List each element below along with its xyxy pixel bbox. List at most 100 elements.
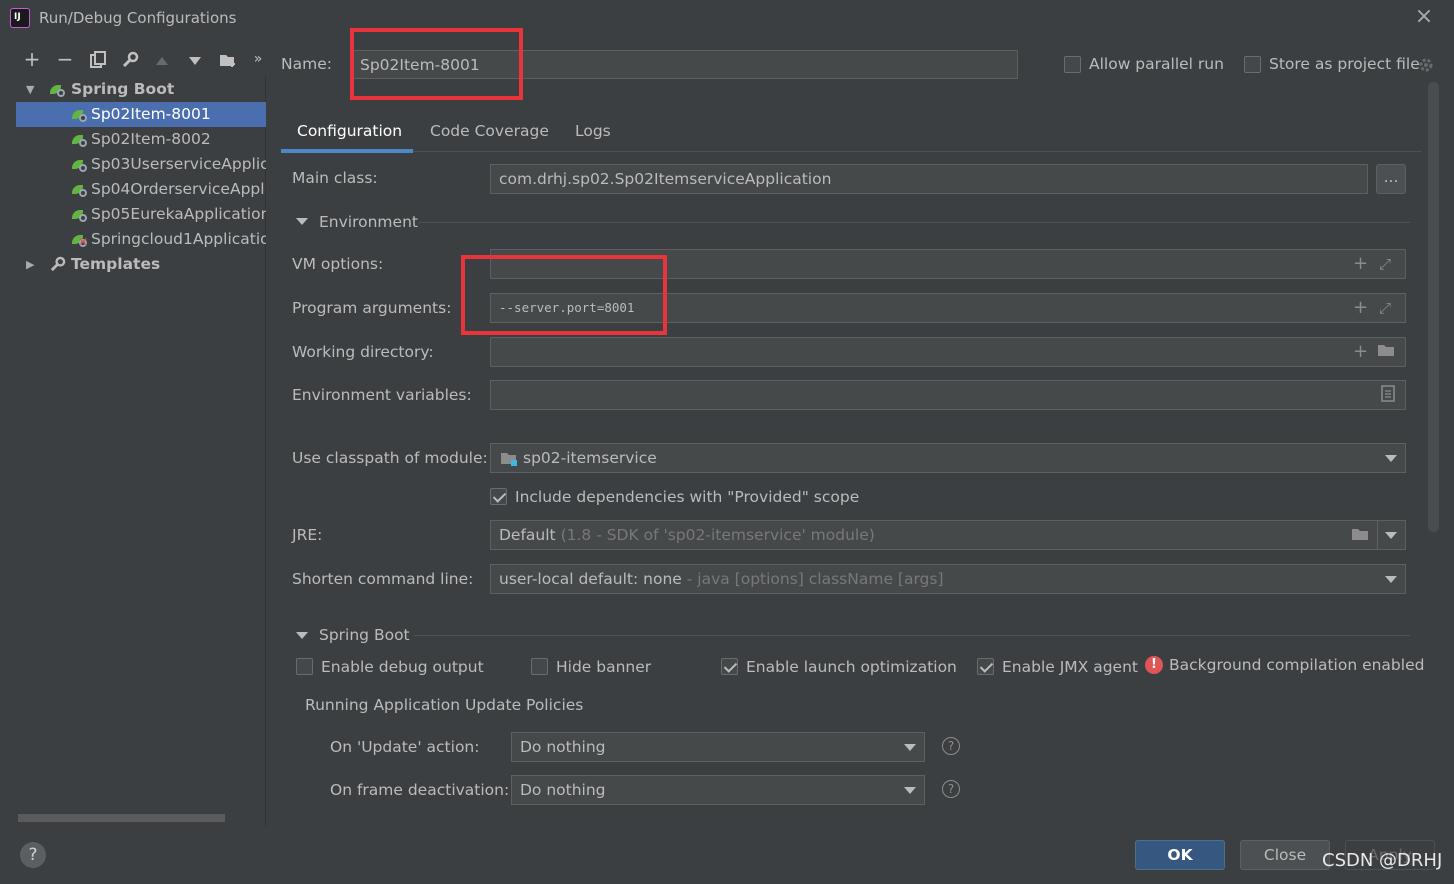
debug-output-checkbox[interactable] [296, 658, 313, 675]
expand-icon[interactable]: ⤢ [1379, 254, 1391, 274]
environment-section-label: Environment [319, 213, 418, 231]
tree-item-label: Springcloud1Applicatio [91, 230, 266, 248]
more-icon[interactable]: » [246, 48, 270, 72]
close-button[interactable]: Close [1240, 840, 1330, 870]
tree-horizontal-scrollbar[interactable] [18, 814, 225, 822]
ok-button[interactable]: OK [1135, 840, 1225, 870]
plus-icon[interactable]: + [1353, 342, 1368, 362]
tree-group-spring-boot[interactable]: ▼ Spring Boot [16, 77, 266, 102]
tabs-divider [281, 151, 1421, 152]
background-compilation-label: Background compilation enabled [1169, 656, 1425, 674]
gear-icon[interactable] [1418, 57, 1434, 77]
environment-variables-label: Environment variables: [292, 386, 472, 404]
classpath-module-select[interactable]: sp02-itemservice [490, 443, 1406, 473]
document-icon[interactable] [1381, 385, 1395, 407]
chevron-right-icon[interactable]: ▶ [26, 252, 34, 277]
spring-boot-icon [72, 208, 87, 222]
expand-icon[interactable]: ⤢ [1379, 298, 1391, 318]
classpath-module-label: Use classpath of module: [292, 449, 488, 467]
title-bar: Run/Debug Configurations × [0, 0, 1454, 38]
chevron-down-icon [904, 744, 916, 751]
tree-item-label: Sp02Item-8002 [91, 130, 211, 148]
configurations-tree: ▼ Spring Boot Sp02Item-8001 Sp02Item-8002… [16, 76, 266, 826]
help-frame-deactivation-icon[interactable]: ? [942, 780, 960, 798]
working-directory-input[interactable]: + [490, 337, 1406, 367]
frame-deactivation-select[interactable]: Do nothing [511, 775, 925, 805]
plus-icon[interactable]: + [1353, 298, 1368, 318]
chevron-down-icon [1385, 576, 1397, 583]
collapse-spring-boot-icon[interactable] [296, 632, 308, 639]
launch-optimization-checkbox[interactable] [721, 658, 738, 675]
browse-button[interactable]: ... [1376, 164, 1406, 194]
new-folder-icon[interactable] [216, 48, 240, 72]
watermark-text: CSDN @DRHJ [1322, 850, 1443, 871]
spring-boot-divider [414, 635, 1410, 636]
highlight-box-name [350, 28, 523, 100]
debug-output-label: Enable debug output [321, 658, 484, 676]
shorten-value-text: user-local default: none [499, 570, 682, 588]
tree-item-config[interactable]: Sp04OrderserviceApplic [16, 177, 266, 202]
store-project-checkbox[interactable] [1244, 56, 1261, 73]
tree-item-config[interactable]: Sp02Item-8001 [16, 102, 266, 127]
tree-item-config[interactable]: Sp02Item-8002 [16, 127, 266, 152]
highlight-box-arguments [461, 255, 667, 335]
update-policies-label: Running Application Update Policies [305, 696, 584, 714]
allow-parallel-checkbox[interactable] [1064, 56, 1081, 73]
error-icon: ! [1145, 656, 1163, 674]
tab-logs[interactable]: Logs [575, 122, 611, 140]
spring-boot-icon [50, 83, 65, 97]
help-button[interactable]: ? [20, 842, 46, 868]
module-folder-icon [500, 451, 518, 471]
jre-divider [1377, 521, 1378, 549]
jre-hint-text: (1.8 - SDK of 'sp02-itemservice' module) [560, 526, 875, 544]
jre-label: JRE: [292, 526, 323, 544]
main-class-input[interactable]: com.drhj.sp02.Sp02ItemserviceApplication [490, 164, 1368, 194]
frame-deactivation-label: On frame deactivation: [330, 781, 510, 799]
window-title: Run/Debug Configurations [39, 9, 237, 27]
update-action-select[interactable]: Do nothing [511, 732, 925, 762]
shorten-command-select[interactable]: user-local default: none - java [options… [490, 564, 1406, 594]
tree-item-config[interactable]: Sp05EurekaApplication [16, 202, 266, 227]
collapse-environment-icon[interactable] [296, 218, 308, 225]
tree-item-label: Sp03UserserviceApplica [91, 155, 266, 173]
tree-item-config[interactable]: ✕ Springcloud1Applicatio [16, 227, 266, 252]
active-tab-indicator [281, 149, 413, 153]
shorten-command-label: Shorten command line: [292, 570, 474, 588]
wrench-icon[interactable] [118, 48, 142, 72]
chevron-down-icon [904, 787, 916, 794]
form-vertical-scrollbar[interactable] [1428, 82, 1439, 532]
folder-icon[interactable] [1377, 342, 1395, 362]
working-directory-label: Working directory: [292, 343, 434, 361]
update-action-value: Do nothing [520, 738, 606, 756]
tree-item-label: Sp02Item-8001 [91, 105, 211, 123]
jre-select[interactable]: Default (1.8 - SDK of 'sp02-itemservice'… [490, 520, 1406, 550]
plus-icon[interactable]: + [1353, 254, 1368, 274]
program-arguments-label: Program arguments: [292, 299, 452, 317]
jmx-agent-checkbox[interactable] [977, 658, 994, 675]
frame-deactivation-value: Do nothing [520, 781, 606, 799]
tree-group-label: Spring Boot [71, 80, 175, 98]
remove-icon[interactable]: − [53, 48, 77, 72]
spring-boot-section-label: Spring Boot [319, 626, 410, 644]
include-dependencies-checkbox[interactable] [490, 488, 507, 505]
tab-code-coverage[interactable]: Code Coverage [430, 122, 549, 140]
tree-group-templates[interactable]: ▶ Templates [16, 252, 266, 277]
chevron-down-icon[interactable]: ▼ [26, 77, 34, 102]
spring-boot-icon [72, 133, 87, 147]
move-down-icon[interactable] [183, 48, 207, 72]
store-project-label: Store as project file [1269, 55, 1420, 73]
hide-banner-checkbox[interactable] [531, 658, 548, 675]
tree-item-label: Sp05EurekaApplication [91, 205, 266, 223]
tree-item-config[interactable]: Sp03UserserviceApplica [16, 152, 266, 177]
templates-label: Templates [71, 255, 161, 273]
tab-configuration[interactable]: Configuration [297, 122, 402, 140]
close-icon[interactable]: × [1413, 6, 1435, 28]
folder-icon[interactable] [1351, 527, 1369, 546]
environment-variables-input[interactable] [490, 380, 1406, 410]
chevron-down-icon [1385, 455, 1397, 462]
help-update-action-icon[interactable]: ? [942, 737, 960, 755]
chevron-down-icon[interactable] [1385, 532, 1397, 539]
add-icon[interactable]: + [20, 48, 44, 72]
move-up-icon[interactable] [150, 48, 174, 72]
copy-icon[interactable] [86, 48, 110, 72]
